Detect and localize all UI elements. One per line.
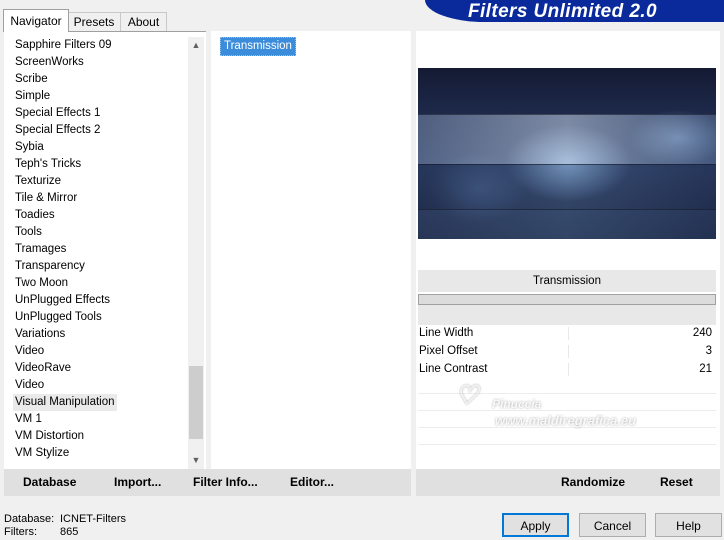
- category-item[interactable]: Tile & Mirror: [15, 190, 77, 207]
- category-item[interactable]: Video: [15, 343, 44, 360]
- category-scroll-thumb[interactable]: [189, 366, 203, 439]
- category-item[interactable]: Special Effects 1: [15, 105, 100, 122]
- category-item[interactable]: Tools: [15, 224, 42, 241]
- category-item[interactable]: UnPlugged Effects: [15, 292, 110, 309]
- category-item[interactable]: Tramages: [15, 241, 66, 258]
- parameter-divider: [568, 363, 569, 376]
- category-item[interactable]: Two Moon: [15, 275, 68, 292]
- category-item[interactable]: Sybia: [15, 139, 44, 156]
- parameter-name: Line Width: [419, 327, 474, 339]
- apply-button[interactable]: Apply: [502, 513, 569, 537]
- editor-button[interactable]: Editor...: [290, 475, 334, 489]
- banner-title: Filters Unlimited 2.0: [468, 1, 657, 22]
- category-item[interactable]: Scribe: [15, 71, 48, 88]
- watermark-url: www.maldiregrafica.eu: [495, 413, 637, 428]
- database-label: Database:: [4, 513, 55, 525]
- filter-list[interactable]: [211, 31, 411, 469]
- category-item[interactable]: Texturize: [15, 173, 61, 190]
- parameter-name: Line Contrast: [419, 363, 488, 375]
- reset-button[interactable]: Reset: [660, 475, 693, 489]
- tab-presets[interactable]: Presets: [67, 12, 121, 31]
- import-button[interactable]: Import...: [114, 475, 161, 489]
- category-item[interactable]: VM Distortion: [15, 428, 84, 445]
- parameter-row[interactable]: Line Contrast 21: [418, 361, 716, 378]
- category-item[interactable]: ScreenWorks: [15, 54, 84, 71]
- parameter-value[interactable]: 240: [693, 325, 712, 342]
- param-grid-line: [418, 444, 716, 445]
- category-item[interactable]: UnPlugged Tools: [15, 309, 102, 326]
- tab-about[interactable]: About: [120, 12, 167, 31]
- parameter-title: Transmission: [418, 270, 716, 292]
- category-item[interactable]: Video: [15, 377, 44, 394]
- parameter-value[interactable]: 3: [706, 343, 712, 360]
- category-item[interactable]: Toadies: [15, 207, 55, 224]
- category-item[interactable]: Sapphire Filters 09: [15, 37, 112, 54]
- filters-count: 865: [60, 526, 79, 538]
- parameter-row[interactable]: Line Width 240: [418, 325, 716, 342]
- filter-info-button[interactable]: Filter Info...: [193, 475, 258, 489]
- scroll-down-arrow-icon[interactable]: ▼: [188, 452, 204, 468]
- category-item[interactable]: VideoRave: [15, 360, 71, 377]
- help-button[interactable]: Help: [655, 513, 722, 537]
- category-item[interactable]: Variations: [15, 326, 65, 343]
- parameter-name: Pixel Offset: [419, 345, 478, 357]
- parameter-divider: [568, 327, 569, 340]
- database-button[interactable]: Database: [23, 475, 76, 489]
- category-item[interactable]: Transparency: [15, 258, 85, 275]
- category-item[interactable]: Special Effects 2: [15, 122, 100, 139]
- cancel-button[interactable]: Cancel: [579, 513, 646, 537]
- parameter-divider: [568, 345, 569, 358]
- category-item[interactable]: VM 1: [15, 411, 42, 428]
- filter-item-selected[interactable]: Transmission: [220, 37, 296, 56]
- watermark-heart-icon: ♡: [455, 380, 479, 410]
- parameter-value[interactable]: 21: [699, 361, 712, 378]
- watermark-name: Pinuccia: [492, 397, 542, 411]
- parameter-progress-bar: [418, 294, 716, 305]
- category-item-selected[interactable]: Visual Manipulation: [13, 394, 117, 411]
- scroll-up-arrow-icon[interactable]: ▲: [188, 37, 204, 53]
- database-value: ICNET-Filters: [60, 513, 126, 525]
- category-item[interactable]: Simple: [15, 88, 50, 105]
- parameter-row[interactable]: Pixel Offset 3: [418, 343, 716, 360]
- preview-image: [418, 68, 716, 239]
- category-item[interactable]: VM Stylize: [15, 445, 69, 462]
- tab-navigator[interactable]: Navigator: [3, 9, 69, 32]
- parameter-header-spacer: [418, 305, 716, 325]
- category-item[interactable]: Teph's Tricks: [15, 156, 81, 173]
- filters-label: Filters:: [4, 526, 37, 538]
- randomize-button[interactable]: Randomize: [561, 475, 625, 489]
